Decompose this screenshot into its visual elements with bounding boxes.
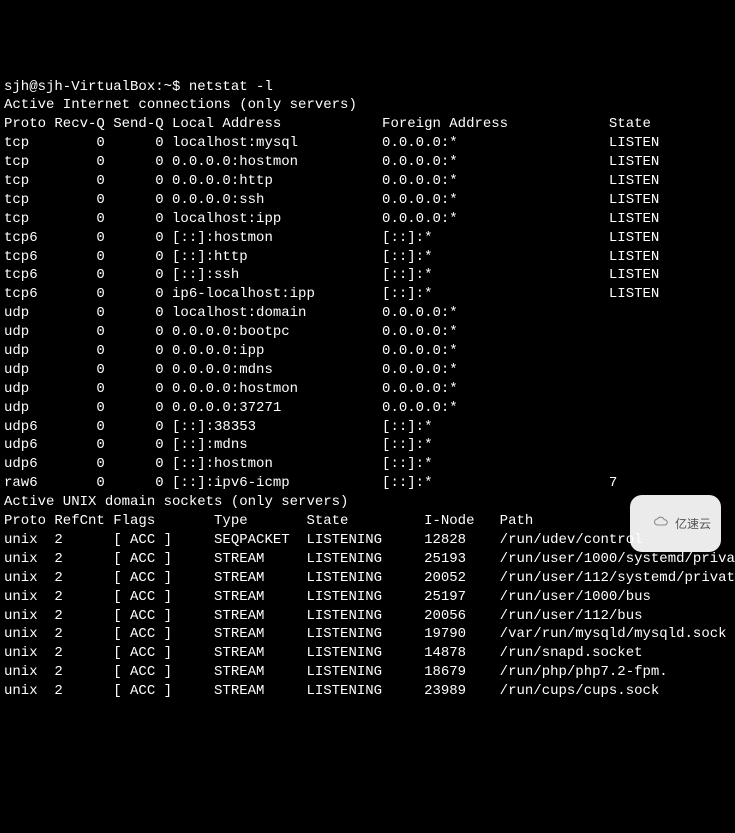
inet-row: tcp 0 0 localhost:mysql 0.0.0.0:* LISTEN [4, 134, 731, 153]
unix-row: unix 2 [ ACC ] STREAM LISTENING 18679 /r… [4, 663, 731, 682]
inet-row: udp6 0 0 [::]:38353 [::]:* [4, 418, 731, 437]
unix-row: unix 2 [ ACC ] STREAM LISTENING 20052 /r… [4, 569, 731, 588]
inet-row: udp 0 0 0.0.0.0:mdns 0.0.0.0:* [4, 361, 731, 380]
inet-row: udp 0 0 0.0.0.0:ipp 0.0.0.0:* [4, 342, 731, 361]
unix-row: unix 2 [ ACC ] SEQPACKET LISTENING 12828… [4, 531, 731, 550]
inet-row: udp 0 0 0.0.0.0:37271 0.0.0.0:* [4, 399, 731, 418]
inet-row: udp 0 0 0.0.0.0:bootpc 0.0.0.0:* [4, 323, 731, 342]
inet-header: Proto Recv-Q Send-Q Local Address Foreig… [4, 115, 731, 134]
inet-row: tcp 0 0 localhost:ipp 0.0.0.0:* LISTEN [4, 210, 731, 229]
unix-row: unix 2 [ ACC ] STREAM LISTENING 25193 /r… [4, 550, 731, 569]
unix-row: unix 2 [ ACC ] STREAM LISTENING 19790 /v… [4, 625, 731, 644]
inet-row: tcp6 0 0 ip6-localhost:ipp [::]:* LISTEN [4, 285, 731, 304]
inet-row: tcp 0 0 0.0.0.0:hostmon 0.0.0.0:* LISTEN [4, 153, 731, 172]
unix-row: unix 2 [ ACC ] STREAM LISTENING 20056 /r… [4, 607, 731, 626]
watermark-badge: 亿速云 [630, 495, 721, 552]
inet-row: raw6 0 0 [::]:ipv6-icmp [::]:* 7 [4, 474, 731, 493]
unix-row: unix 2 [ ACC ] STREAM LISTENING 14878 /r… [4, 644, 731, 663]
watermark-text: 亿速云 [675, 516, 711, 532]
terminal-output[interactable]: sjh@sjh-VirtualBox:~$ netstat -lActive I… [4, 78, 731, 701]
inet-row: udp 0 0 0.0.0.0:hostmon 0.0.0.0:* [4, 380, 731, 399]
unix-header: Proto RefCnt Flags Type State I-Node Pat… [4, 512, 731, 531]
cloud-icon [640, 499, 671, 548]
inet-row: udp 0 0 localhost:domain 0.0.0.0:* [4, 304, 731, 323]
inet-row: tcp6 0 0 [::]:http [::]:* LISTEN [4, 248, 731, 267]
inet-row: udp6 0 0 [::]:hostmon [::]:* [4, 455, 731, 474]
unix-row: unix 2 [ ACC ] STREAM LISTENING 25197 /r… [4, 588, 731, 607]
unix-row: unix 2 [ ACC ] STREAM LISTENING 23989 /r… [4, 682, 731, 701]
inet-row: tcp6 0 0 [::]:ssh [::]:* LISTEN [4, 266, 731, 285]
inet-row: udp6 0 0 [::]:mdns [::]:* [4, 436, 731, 455]
inet-row: tcp 0 0 0.0.0.0:http 0.0.0.0:* LISTEN [4, 172, 731, 191]
section-title: Active Internet connections (only server… [4, 96, 731, 115]
inet-row: tcp 0 0 0.0.0.0:ssh 0.0.0.0:* LISTEN [4, 191, 731, 210]
command-line: sjh@sjh-VirtualBox:~$ netstat -l [4, 78, 731, 97]
inet-row: tcp6 0 0 [::]:hostmon [::]:* LISTEN [4, 229, 731, 248]
section-title: Active UNIX domain sockets (only servers… [4, 493, 731, 512]
